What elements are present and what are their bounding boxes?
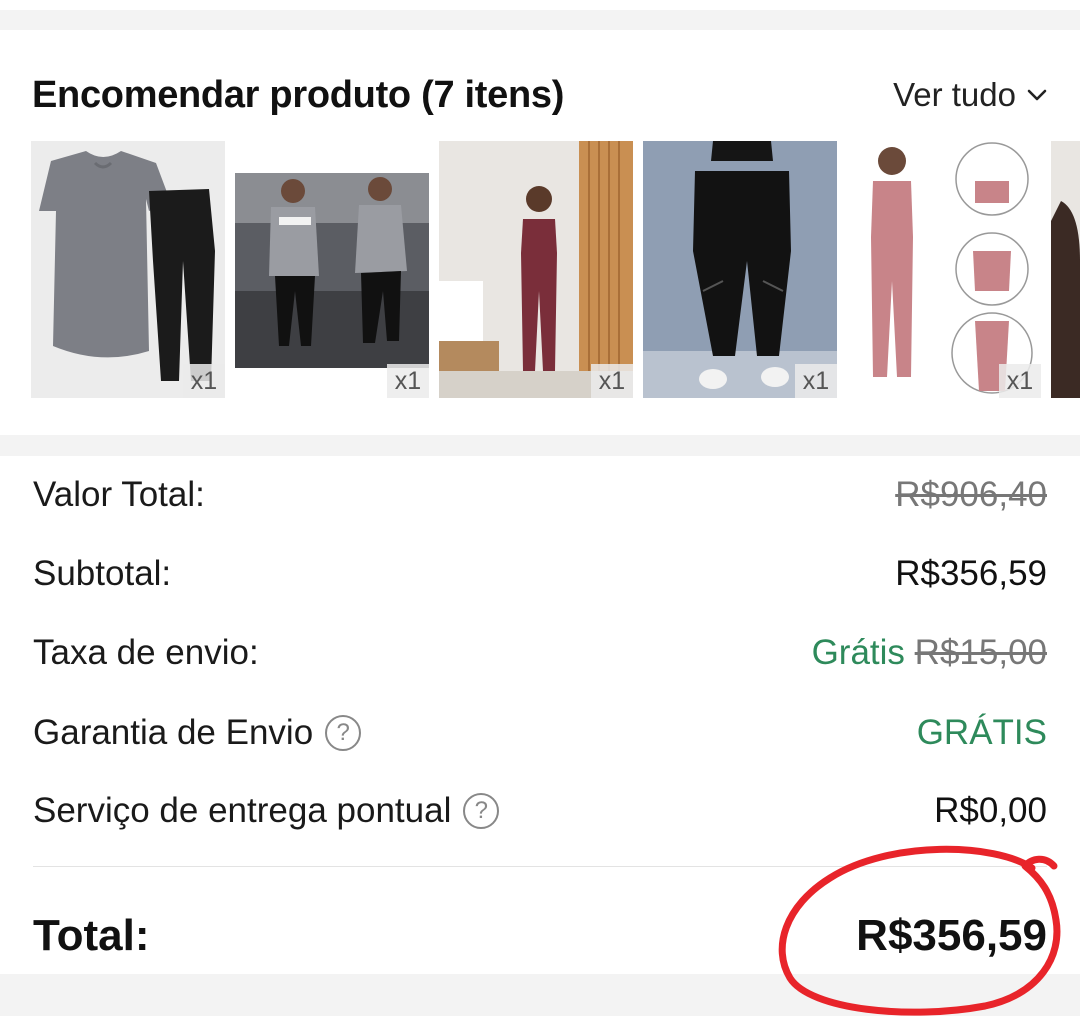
partial-product-photo bbox=[1051, 141, 1080, 398]
shipping-fee-label: Taxa de envio: bbox=[33, 633, 259, 672]
view-all-label: Ver tudo bbox=[893, 76, 1016, 113]
product-thumbnail-strip[interactable]: x1 x1 x1 x1 x1 bbox=[31, 141, 1080, 398]
shipping-fee-row: Taxa de envio: Grátis R$15,00 bbox=[33, 628, 1047, 678]
valor-total-value: R$906,40 bbox=[895, 475, 1047, 514]
help-icon[interactable]: ? bbox=[325, 715, 362, 751]
quantity-badge: x1 bbox=[591, 364, 633, 398]
shipping-original-price: R$15,00 bbox=[914, 633, 1047, 672]
black-leggings-photo bbox=[643, 141, 837, 398]
subtotal-label: Subtotal: bbox=[33, 554, 172, 593]
section-title: Encomendar produto (7 itens) bbox=[32, 73, 565, 116]
quantity-badge: x1 bbox=[183, 364, 225, 398]
product-thumbnail[interactable]: x1 bbox=[439, 141, 633, 398]
chevron-down-icon bbox=[1027, 89, 1047, 101]
product-thumbnail[interactable]: x1 bbox=[847, 141, 1041, 398]
order-header: Encomendar produto (7 itens) Ver tudo bbox=[32, 70, 1048, 120]
tshirt-and-leggings-photo bbox=[31, 141, 225, 398]
product-thumbnail[interactable] bbox=[1051, 141, 1080, 398]
punctual-delivery-label: Serviço de entrega pontual bbox=[33, 791, 452, 830]
summary-divider bbox=[33, 866, 1047, 867]
subtotal-value: R$356,59 bbox=[895, 554, 1047, 593]
burgundy-set-photo bbox=[439, 141, 633, 398]
product-thumbnail[interactable]: x1 bbox=[643, 141, 837, 398]
shipping-fee-value: Grátis R$15,00 bbox=[812, 633, 1047, 673]
shipping-guarantee-row: Garantia de Envio ? GRÁTIS bbox=[33, 708, 1047, 758]
punctual-delivery-value: R$0,00 bbox=[934, 791, 1047, 830]
valor-total-row: Valor Total: R$906,40 bbox=[33, 470, 1047, 520]
subtotal-row: Subtotal: R$356,59 bbox=[33, 549, 1047, 599]
punctual-delivery-label-group: Serviço de entrega pontual ? bbox=[33, 791, 500, 831]
punctual-delivery-row: Serviço de entrega pontual ? R$0,00 bbox=[33, 786, 1047, 836]
product-thumbnail[interactable]: x1 bbox=[31, 141, 225, 398]
view-all-button[interactable]: Ver tudo bbox=[893, 76, 1048, 114]
quantity-badge: x1 bbox=[795, 364, 837, 398]
top-band bbox=[0, 0, 1080, 10]
shipping-guarantee-label: Garantia de Envio bbox=[33, 713, 314, 752]
order-summary-panel: Valor Total: R$906,40 Subtotal: R$356,59… bbox=[0, 456, 1080, 974]
shipping-free-text: Grátis bbox=[811, 633, 905, 672]
quantity-badge: x1 bbox=[387, 364, 429, 398]
shipping-guarantee-value: GRÁTIS bbox=[916, 713, 1047, 752]
total-row: Total: R$356,59 bbox=[33, 906, 1047, 966]
pink-set-photo bbox=[847, 141, 1041, 398]
help-icon[interactable]: ? bbox=[463, 793, 500, 829]
total-value: R$356,59 bbox=[856, 911, 1047, 960]
quantity-badge: x1 bbox=[999, 364, 1041, 398]
total-label: Total: bbox=[33, 911, 150, 960]
shipping-guarantee-label-group: Garantia de Envio ? bbox=[33, 713, 362, 753]
order-products-panel: Encomendar produto (7 itens) Ver tudo x1 bbox=[0, 30, 1080, 435]
valor-total-label: Valor Total: bbox=[33, 475, 205, 514]
gym-outfit-photo bbox=[235, 141, 429, 398]
product-thumbnail[interactable]: x1 bbox=[235, 141, 429, 398]
